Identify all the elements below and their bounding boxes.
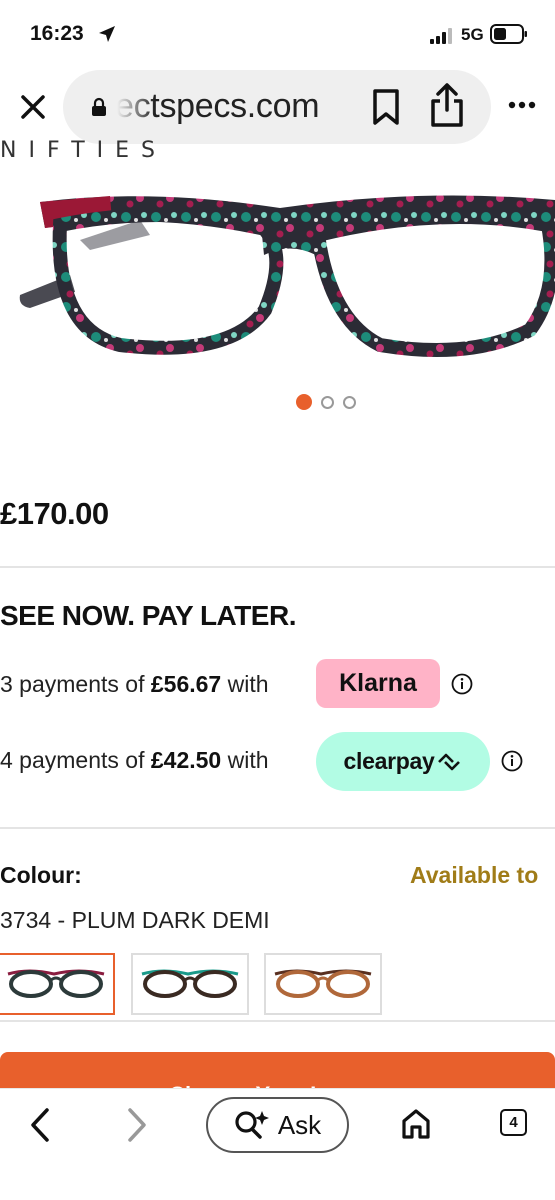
lock-icon	[91, 97, 107, 122]
forward-button[interactable]	[125, 1107, 149, 1148]
back-button[interactable]	[28, 1107, 52, 1148]
product-price: £170.00	[0, 496, 109, 531]
product-image[interactable]	[0, 180, 555, 380]
carousel-dot[interactable]	[321, 395, 334, 409]
clearpay-badge[interactable]: clearpay	[316, 732, 490, 791]
signal-icon	[430, 28, 456, 49]
close-icon	[21, 95, 45, 119]
home-button[interactable]	[400, 1107, 432, 1146]
info-icon[interactable]	[451, 673, 473, 700]
bnpl-heading: SEE NOW. PAY LATER.	[0, 600, 296, 631]
image-carousel-dots[interactable]	[296, 394, 356, 410]
colour-swatch-plum-dark-demi[interactable]	[0, 953, 115, 1015]
browser-toolbar: Ask 4	[0, 1088, 555, 1200]
clearpay-badge-label: clearpay	[343, 748, 435, 774]
klarna-payment-text: 3 payments of £56.67 with	[0, 671, 269, 697]
availability-text: Available to	[410, 862, 539, 888]
tabs-button[interactable]: 4	[500, 1109, 527, 1136]
ask-button[interactable]: Ask	[206, 1097, 349, 1153]
carousel-dot-active[interactable]	[296, 394, 312, 410]
location-arrow-icon	[97, 24, 117, 49]
divider	[0, 1020, 555, 1022]
url-fade	[113, 80, 155, 134]
selected-colour-name: 3734 - PLUM DARK DEMI	[0, 907, 270, 933]
colour-swatch-teal-demi[interactable]	[131, 953, 249, 1015]
brand-logo-strip: NIFTIES	[0, 138, 168, 163]
clearpay-payment-text: 4 payments of £42.50 with	[0, 747, 269, 773]
divider	[0, 566, 555, 568]
more-button[interactable]	[508, 96, 536, 114]
chevron-left-icon	[31, 1108, 49, 1142]
carousel-dot[interactable]	[343, 395, 356, 409]
chevron-right-icon	[128, 1108, 146, 1142]
info-icon[interactable]	[501, 750, 523, 777]
colour-label: Colour:	[0, 862, 82, 888]
sparkle-search-icon	[235, 1111, 269, 1139]
bookmark-icon	[373, 89, 399, 125]
more-icon	[508, 101, 536, 109]
ask-label: Ask	[277, 1109, 322, 1140]
battery-icon	[490, 24, 528, 49]
klarna-badge[interactable]: Klarna	[316, 659, 440, 708]
divider	[0, 827, 555, 829]
share-button[interactable]	[429, 82, 465, 133]
address-bar[interactable]: ectspecs.com	[63, 70, 491, 144]
share-icon	[431, 83, 463, 127]
home-icon	[402, 1109, 430, 1139]
colour-swatch-brown-demi[interactable]	[264, 953, 382, 1015]
status-bar: 16:23 5G	[0, 0, 555, 66]
close-button[interactable]	[16, 90, 50, 124]
status-time: 16:23	[30, 22, 84, 45]
clearpay-arrows-icon	[438, 753, 461, 770]
choose-lenses-button[interactable]: Choose Your Lenses	[0, 1052, 555, 1092]
network-type: 5G	[461, 25, 484, 44]
bookmark-button[interactable]	[369, 88, 403, 131]
